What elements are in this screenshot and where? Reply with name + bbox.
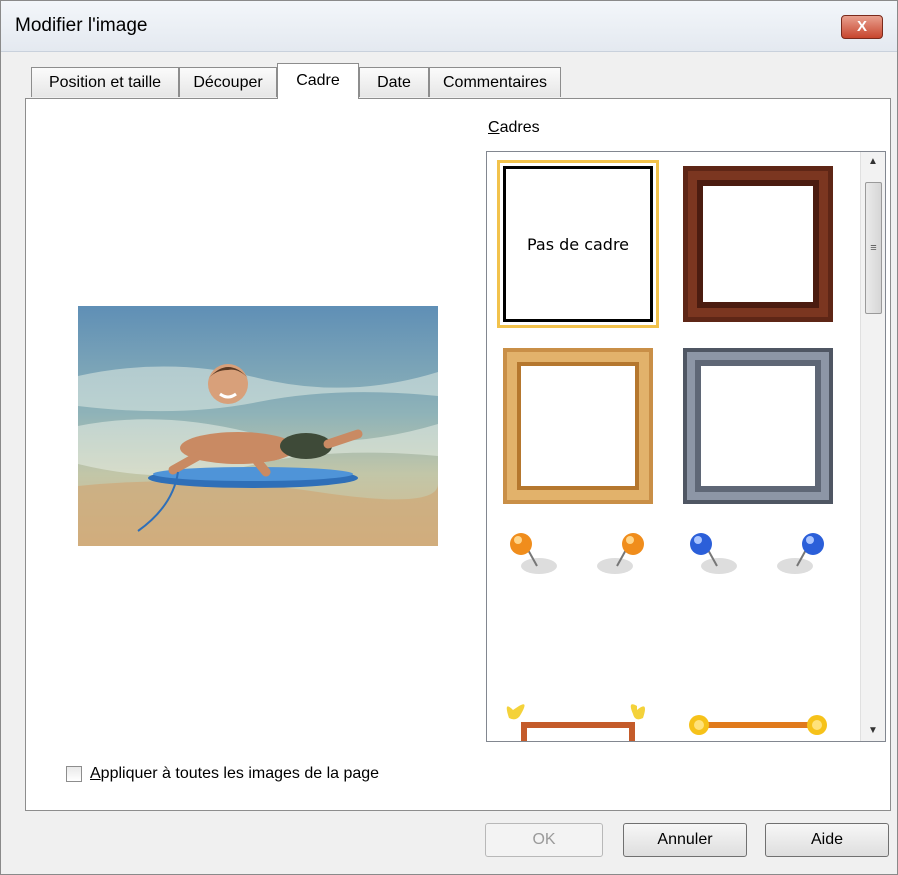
frame-option-orange-pins[interactable]: [503, 526, 653, 606]
tab-crop[interactable]: Découper: [179, 67, 277, 97]
tab-comments[interactable]: Commentaires: [429, 67, 561, 97]
scroll-down-arrow-icon[interactable]: ▼: [861, 721, 885, 741]
tab-date[interactable]: Date: [359, 67, 429, 97]
frames-scrollbar[interactable]: ▲ ≡ ▼: [860, 152, 885, 741]
frame-option-butterfly[interactable]: [503, 700, 653, 742]
cancel-button[interactable]: Annuler: [623, 823, 747, 857]
frame-option-metal[interactable]: [683, 348, 833, 504]
no-frame-label: Pas de cadre: [526, 234, 630, 254]
scroll-thumb[interactable]: ≡: [865, 182, 882, 314]
frame-option-dark-wood[interactable]: [683, 166, 833, 322]
apply-all-option[interactable]: Appliquer à toutes les images de la page: [66, 765, 379, 783]
frame-option-sun[interactable]: [683, 708, 833, 742]
scroll-up-arrow-icon[interactable]: ▲: [861, 152, 885, 172]
title-bar: Modifier l'image X: [1, 1, 897, 52]
preview-photo: [78, 306, 438, 546]
frame-option-none[interactable]: Pas de cadre: [497, 160, 659, 328]
tab-frame[interactable]: Cadre: [277, 63, 359, 99]
help-button[interactable]: Aide: [765, 823, 889, 857]
frames-label: Cadres: [488, 119, 540, 136]
frames-listbox[interactable]: Pas de cadre ▲ ≡ ▼: [486, 151, 886, 742]
window-title: Modifier l'image: [15, 15, 148, 36]
tab-position-size[interactable]: Position et taille: [31, 67, 179, 97]
ok-button[interactable]: OK: [485, 823, 603, 857]
frame-option-light-wood[interactable]: [503, 348, 653, 504]
apply-all-label: Appliquer à toutes les images de la page: [90, 765, 380, 782]
tab-panel-frame: Cadres Pas de cadre ▲ ≡ ▼ Appliquer à to…: [25, 98, 891, 811]
frame-option-blue-pins[interactable]: [683, 526, 833, 606]
apply-all-checkbox[interactable]: [66, 766, 82, 782]
dialog-window: Modifier l'image X Position et taille Dé…: [0, 0, 898, 875]
close-button[interactable]: X: [841, 15, 883, 39]
